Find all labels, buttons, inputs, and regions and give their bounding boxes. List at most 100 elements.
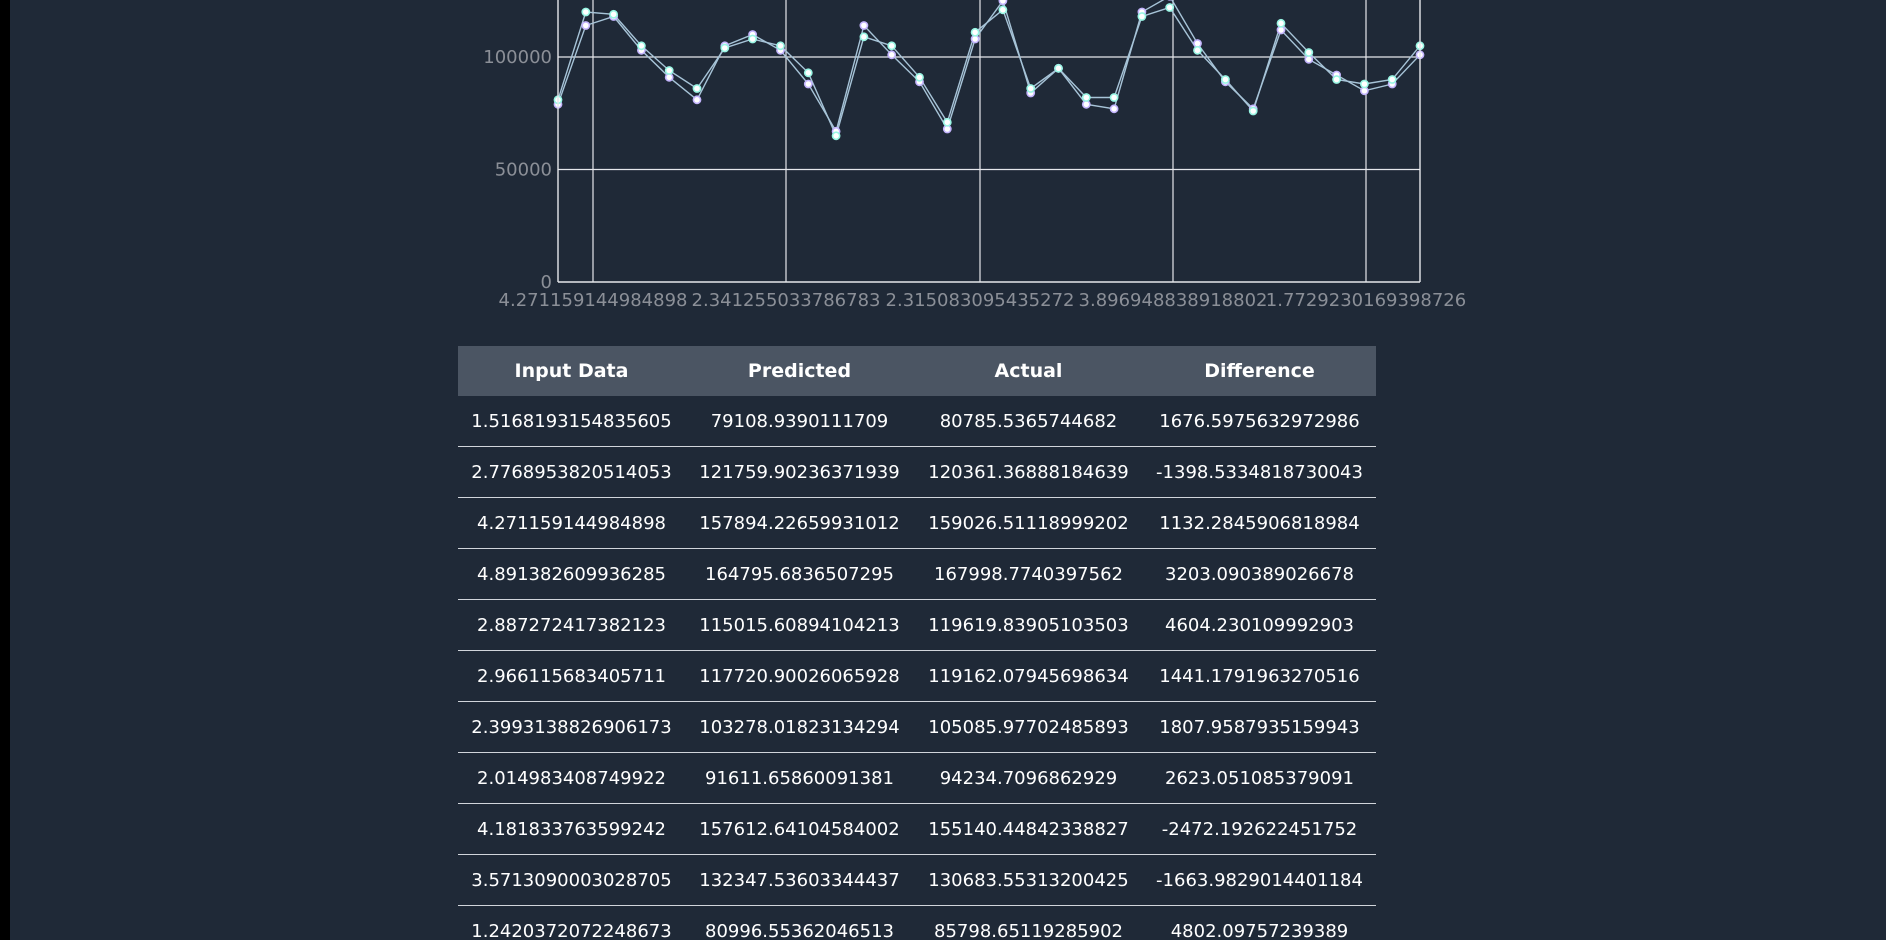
actual-data-point — [1304, 48, 1314, 57]
actual-data-point — [1332, 75, 1341, 84]
cell-difference: -1663.9829014401184 — [1143, 854, 1376, 906]
cell-difference: 4802.09757239389 — [1143, 905, 1376, 940]
actual-data-point — [637, 41, 646, 51]
x-tick-label: 3.896948838918802 — [1079, 290, 1268, 311]
actual-data-point — [831, 131, 841, 141]
actual-data-point — [1248, 106, 1258, 116]
cell-difference: 1132.2845906818984 — [1143, 497, 1376, 549]
cell-actual: 155140.44842338827 — [914, 803, 1143, 855]
cell-predicted: 80996.55362046513 — [685, 905, 914, 940]
browser-viewport: 0 50000 100000 4.271159144984898 2.341255033… — [0, 0, 1886, 940]
actual-data-point — [859, 32, 869, 42]
actual-data-point — [915, 72, 924, 82]
prediction-chart: 0 50000 100000 4.271159144984898 2.341255033… — [10, 0, 1868, 330]
predicted-data-point — [1109, 104, 1119, 114]
x-tick-label: 2.341255033786783 — [692, 290, 881, 311]
cell-input: 4.891382609936285 — [458, 548, 685, 600]
cell-predicted: 157894.22659931012 — [685, 497, 914, 549]
table-row: 2.014983408749922 91611.65860091381 9423… — [458, 752, 1376, 804]
scrollbar-track[interactable] — [1868, 0, 1886, 940]
cell-actual: 85798.65119285902 — [914, 905, 1143, 940]
cell-predicted: 115015.60894104213 — [685, 599, 914, 651]
cell-input: 2.966115683405711 — [458, 650, 685, 702]
chart-axes: 0500001000004.271159144984898 2.341255033… — [483, 0, 1466, 311]
header-difference: Difference — [1204, 360, 1315, 382]
table-row: 2.966115683405711 117720.90026065928 119… — [458, 650, 1376, 702]
cell-input: 2.014983408749922 — [458, 752, 685, 804]
table-row: 1.2420372072248673 80996.55362046513 857… — [458, 905, 1376, 940]
cell-predicted: 121759.90236371939 — [685, 446, 914, 498]
actual-data-point — [664, 66, 674, 75]
page-content: 0 50000 100000 4.271159144984898 2.341255033… — [10, 0, 1868, 940]
predicted-data-point — [581, 21, 591, 30]
predicted-data-point — [887, 50, 897, 60]
actual-data-point — [942, 117, 952, 127]
actual-data-point — [1137, 12, 1147, 21]
cell-predicted: 117720.90026065928 — [685, 650, 914, 702]
y-tick-label: 50000 — [495, 160, 552, 181]
x-tick-label: 1.7729230169398726 — [1266, 290, 1466, 311]
actual-data-point — [1387, 75, 1397, 84]
cell-predicted: 91611.65860091381 — [685, 752, 914, 804]
prediction-chart-svg: 0500001000004.271159144984898 2.341255033… — [483, 0, 1466, 311]
cell-input: 4.181833763599242 — [458, 803, 685, 855]
table-row: 4.271159144984898 157894.22659931012 159… — [458, 497, 1376, 549]
cell-actual: 130683.55313200425 — [914, 854, 1143, 906]
predicted-data-point — [859, 21, 869, 30]
actual-data-point — [887, 41, 897, 51]
actual-data-point — [1221, 75, 1230, 84]
cell-predicted: 157612.64104584002 — [685, 803, 914, 855]
cell-input: 2.7768953820514053 — [458, 446, 685, 498]
header-predicted: Predicted — [747, 360, 852, 382]
header-input-data: Input Data — [514, 360, 629, 382]
cell-actual: 159026.51118999202 — [914, 497, 1143, 549]
actual-data-point — [1193, 45, 1202, 55]
header-actual: Actual — [994, 360, 1063, 382]
actual-data-point — [776, 41, 785, 51]
cell-difference: 4604.230109992903 — [1143, 599, 1376, 651]
predicted-data-point — [998, 0, 1008, 6]
table-row: 1.5168193154835605 79108.9390111709 8078… — [458, 396, 1376, 447]
predicted-data-point — [803, 79, 813, 89]
cell-difference: 1807.9587935159943 — [1143, 701, 1376, 753]
cell-actual: 167998.7740397562 — [914, 548, 1143, 600]
x-tick-label: 4.271159144984898 — [499, 290, 688, 311]
cell-predicted: 132347.53603344437 — [685, 854, 914, 906]
table-row: 4.891382609936285 164795.6836507295 1679… — [458, 548, 1376, 600]
actual-data-point — [1109, 93, 1119, 102]
cell-predicted: 164795.6836507295 — [685, 548, 914, 600]
cell-actual: 94234.7096862929 — [914, 752, 1143, 804]
actual-data-point — [720, 43, 730, 53]
actual-series-line — [557, 6, 1421, 138]
cell-input: 3.5713090003028705 — [458, 854, 685, 906]
actual-data-point — [609, 9, 618, 19]
actual-data-point — [581, 7, 591, 17]
cell-difference: -1398.5334818730043 — [1143, 446, 1376, 498]
predicted-series-line — [557, 0, 1421, 134]
cell-input: 1.2420372072248673 — [458, 905, 685, 940]
cell-actual: 105085.97702485893 — [914, 701, 1143, 753]
cell-difference: 3203.090389026678 — [1143, 548, 1376, 600]
actual-data-point — [1165, 3, 1175, 12]
cell-actual: 80785.5365744682 — [914, 396, 1143, 447]
y-tick-label: 100000 — [483, 47, 552, 68]
cell-input: 1.5168193154835605 — [458, 396, 685, 447]
actual-data-point — [1054, 63, 1063, 73]
table-header-row: Input Data Predicted Actual Difference — [458, 346, 1376, 396]
actual-data-point — [1026, 84, 1036, 93]
table-row: 3.5713090003028705 132347.53603344437 13… — [458, 854, 1376, 906]
cell-difference: -2472.192622451752 — [1143, 803, 1376, 855]
actual-data-point — [748, 34, 757, 44]
cell-predicted: 79108.9390111709 — [685, 396, 914, 447]
cell-difference: 1441.1791963270516 — [1143, 650, 1376, 702]
cell-input: 4.271159144984898 — [458, 497, 685, 549]
actual-data-point — [803, 68, 813, 78]
actual-data-point — [1276, 18, 1286, 28]
actual-data-point — [998, 5, 1008, 15]
actual-data-point — [1081, 93, 1091, 102]
table-row: 2.7768953820514053 121759.90236371939 12… — [458, 446, 1376, 498]
actual-data-point — [1360, 79, 1369, 89]
cell-difference: 2623.051085379091 — [1143, 752, 1376, 804]
cell-actual: 119619.83905103503 — [914, 599, 1143, 651]
x-tick-label: 2.315083095435272 — [886, 290, 1075, 311]
